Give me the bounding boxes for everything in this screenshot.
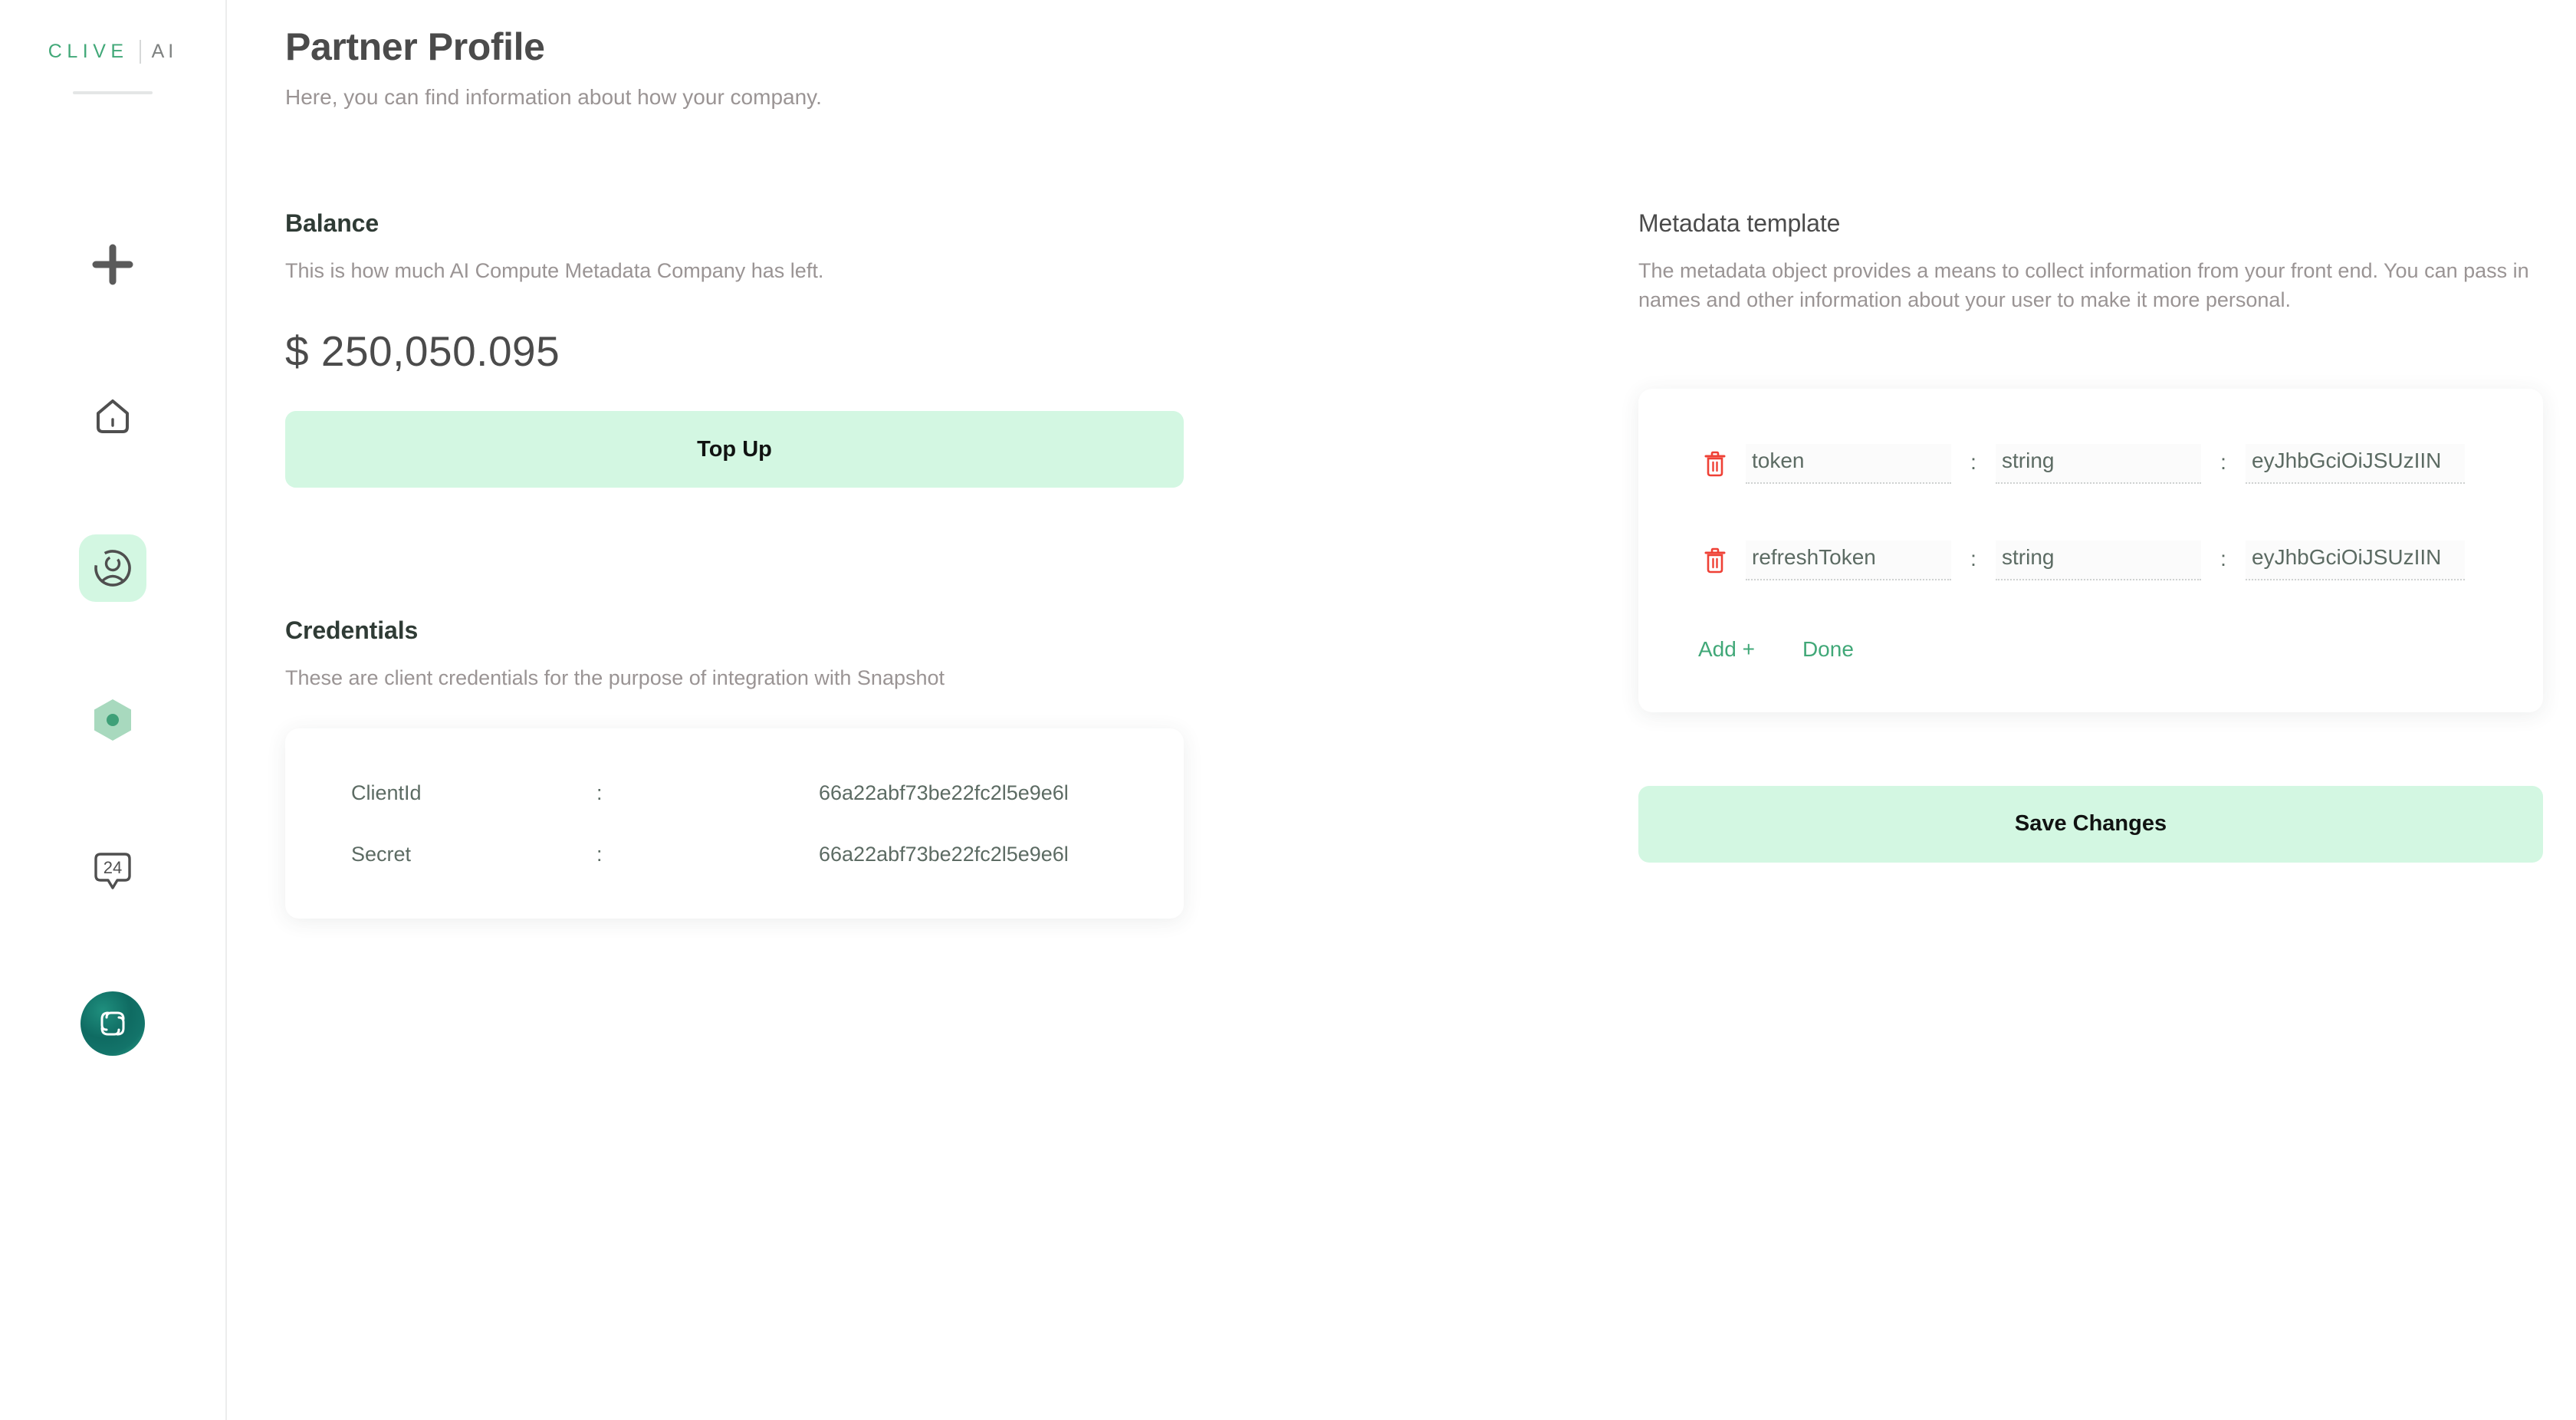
sidebar-item-nodes[interactable] (79, 686, 146, 754)
brand-logo: CLIVE AI (0, 40, 225, 94)
left-column: Balance This is how much AI Compute Meta… (285, 209, 1184, 919)
metadata-description: The metadata object provides a means to … (1638, 259, 2529, 312)
metadata-card: : : (1638, 388, 2543, 712)
metadata-value-input[interactable] (2246, 443, 2465, 484)
metadata-name-input[interactable] (1746, 443, 1951, 484)
page-title: Partner Profile (285, 25, 545, 68)
trash-icon (1704, 547, 1727, 576)
right-column: Metadata template The metadata object pr… (1638, 209, 2551, 919)
credential-value: 66a22abf73be22fc2l5e9e6l (819, 781, 1069, 805)
app-root: CLIVE AI 24 Partner Profile Here, you ca… (0, 0, 2576, 1420)
metadata-type-input[interactable] (1996, 443, 2201, 484)
brand-underline (73, 91, 153, 94)
delete-row-button[interactable] (1698, 547, 1732, 576)
balance-description: This is how much AI Compute Metadata Com… (285, 259, 824, 282)
metadata-separator: : (2220, 546, 2226, 570)
metadata-value-input[interactable] (2246, 540, 2465, 580)
credentials-section: Credentials These are client credentials… (285, 616, 1184, 919)
table-row: Secret : 66a22abf73be22fc2l5e9e6l (351, 839, 1118, 871)
credentials-card: ClientId : 66a22abf73be22fc2l5e9e6l Secr… (285, 728, 1184, 919)
user-profile-icon (90, 545, 136, 591)
credentials-description: These are client credentials for the pur… (285, 666, 945, 690)
metadata-separator: : (1970, 449, 1976, 474)
credential-separator: : (596, 843, 603, 866)
trash-icon (1704, 451, 1727, 479)
balance-amount: $ 250,050.095 (285, 327, 560, 376)
table-row: ClientId : 66a22abf73be22fc2l5e9e6l (351, 777, 1118, 810)
sidebar: CLIVE AI 24 (0, 0, 227, 1420)
top-up-button[interactable]: Top Up (285, 411, 1184, 488)
sidebar-item-add[interactable] (79, 231, 146, 298)
metadata-type-input[interactable] (1996, 540, 2201, 580)
balance-section: Balance This is how much AI Compute Meta… (285, 209, 1184, 488)
sidebar-nav: 24 (79, 231, 146, 1142)
page-subtitle: Here, you can find information about how… (285, 85, 822, 109)
sidebar-item-snapshot[interactable] (79, 990, 146, 1057)
content-columns: Balance This is how much AI Compute Meta… (285, 209, 2576, 919)
credential-value: 66a22abf73be22fc2l5e9e6l (819, 843, 1069, 866)
support-24-icon: 24 (90, 850, 136, 894)
metadata-row: : : (1698, 540, 2483, 580)
plus-icon (90, 242, 136, 288)
credential-key: ClientId (351, 781, 422, 805)
svg-text:24: 24 (104, 858, 122, 877)
delete-row-button[interactable] (1698, 451, 1732, 479)
credentials-heading: Credentials (285, 616, 419, 645)
credential-separator: : (596, 781, 603, 805)
brand-name-secondary: AI (151, 41, 178, 62)
sidebar-item-support[interactable]: 24 (79, 838, 146, 906)
done-button[interactable]: Done (1802, 637, 1854, 662)
save-changes-button[interactable]: Save Changes (1638, 785, 2543, 863)
home-icon (90, 394, 135, 439)
brand-divider (139, 40, 141, 64)
balance-heading: Balance (285, 209, 380, 237)
brand-name-primary: CLIVE (48, 41, 129, 62)
credential-key: Secret (351, 843, 412, 866)
metadata-separator: : (1970, 546, 1976, 570)
sidebar-item-home[interactable] (79, 383, 146, 450)
metadata-heading: Metadata template (1638, 209, 1841, 237)
hexagon-node-icon (91, 697, 134, 743)
add-field-button[interactable]: Add + (1698, 637, 1755, 662)
sidebar-item-partner-profile[interactable] (79, 534, 146, 602)
snapshot-logo-icon (80, 991, 145, 1056)
metadata-separator: : (2220, 449, 2226, 474)
metadata-actions: Add + Done (1698, 637, 2483, 662)
main-content: Partner Profile Here, you can find infor… (227, 0, 2576, 1420)
brand-row: CLIVE AI (48, 40, 177, 64)
metadata-row: : : (1698, 443, 2483, 484)
metadata-name-input[interactable] (1746, 540, 1951, 580)
